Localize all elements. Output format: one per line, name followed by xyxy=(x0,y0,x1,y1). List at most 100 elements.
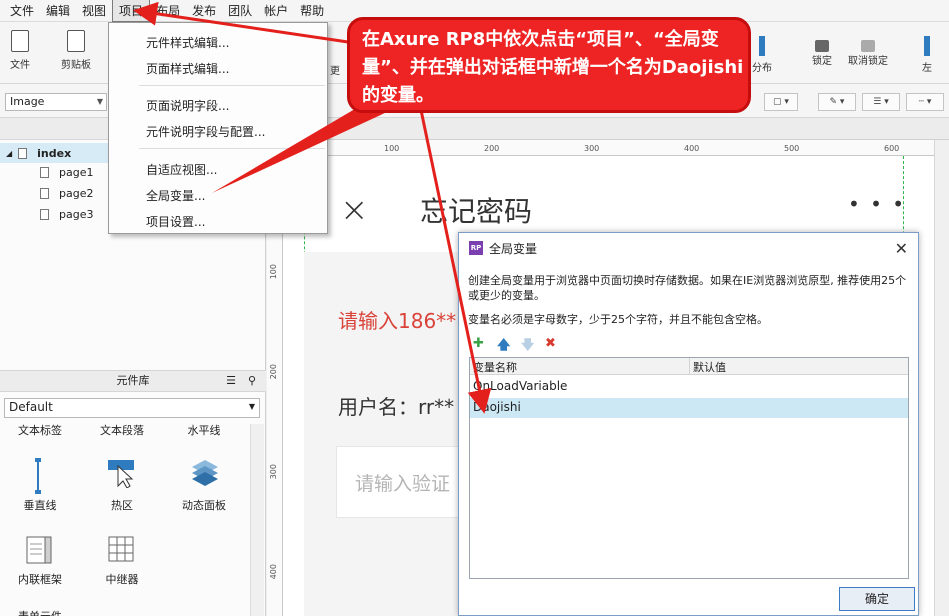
mockup-code-input: 请输入验证 xyxy=(336,446,476,518)
widget-horizontal-line[interactable]: 水平线 xyxy=(164,422,244,438)
lock-icon xyxy=(815,40,829,52)
page-icon xyxy=(40,188,49,199)
widget-dynamic-panel[interactable]: 动态面板 xyxy=(164,497,244,513)
move-down-icon[interactable]: 🡇 xyxy=(521,336,534,358)
unlock-label: 取消锁定 xyxy=(848,56,888,67)
menu-team[interactable]: 团队 xyxy=(222,0,258,21)
align-left-label: 左 xyxy=(922,63,932,74)
lock-button[interactable]: 锁定 xyxy=(812,36,832,67)
project-menu-dropdown: 元件样式编辑... 页面样式编辑... 页面说明字段... 元件说明字段与配置.… xyxy=(108,22,328,234)
ruler-label: 300 xyxy=(269,464,278,480)
menu-item-page-notes[interactable]: 页面说明字段... xyxy=(146,97,229,114)
menu-arrange[interactable]: 布局 xyxy=(150,0,186,21)
clipboard-icon xyxy=(67,30,85,52)
page-name-root: index xyxy=(37,146,72,160)
library-select[interactable]: Default ▼ xyxy=(4,398,260,418)
widget-type-select[interactable]: Image ▼ xyxy=(5,93,107,111)
menu-item-widget-notes[interactable]: 元件说明字段与配置... xyxy=(146,123,265,140)
menu-separator xyxy=(139,148,325,149)
mockup-input-placeholder: 请输入验证 xyxy=(355,473,451,495)
menu-icon[interactable]: ☰ xyxy=(226,371,236,391)
menu-view[interactable]: 视图 xyxy=(76,0,112,21)
page-name: page1 xyxy=(59,166,94,179)
mockup-close-icon: × xyxy=(340,190,369,230)
widget-paragraph[interactable]: 文本段落 xyxy=(82,422,162,438)
widget-repeater[interactable]: 中继器 xyxy=(82,571,162,587)
variable-name: OnLoadVariable xyxy=(473,379,568,393)
ok-button[interactable]: 确定 xyxy=(839,587,915,611)
menu-account[interactable]: 帐户 xyxy=(258,0,294,21)
distribute-label: 分布 xyxy=(752,63,772,74)
unlock-icon xyxy=(861,40,875,52)
menu-item-global-variables[interactable]: 全局变量... xyxy=(146,187,205,204)
menu-edit[interactable]: 编辑 xyxy=(40,0,76,21)
page-tree-item[interactable]: page3 xyxy=(40,208,93,221)
column-header-default: 默认值 xyxy=(693,361,726,374)
menu-item-page-style[interactable]: 页面样式编辑... xyxy=(146,60,229,77)
table-row[interactable]: OnLoadVariable xyxy=(470,377,908,397)
library-scrollbar[interactable] xyxy=(250,424,264,616)
chevron-down-icon: ▼ xyxy=(248,402,255,411)
dialog-description: 创建全局变量用于浏览器中页面切换时存储数据。如果在IE浏览器浏览原型, 推荐使用… xyxy=(468,274,907,302)
clipboard-button-label: 剪贴板 xyxy=(61,60,91,71)
inline-frame-icon xyxy=(26,536,52,564)
menu-item-adaptive-views[interactable]: 自适应视图... xyxy=(146,161,217,178)
canvas-scrollbar[interactable] xyxy=(934,140,949,616)
ruler-label: 600 xyxy=(884,144,900,153)
menu-item-widget-style[interactable]: 元件样式编辑... xyxy=(146,34,229,51)
delete-icon[interactable]: ✖ xyxy=(545,336,556,351)
mockup-red-prompt: 请输入186** xyxy=(338,309,457,333)
menu-publish[interactable]: 发布 xyxy=(186,0,222,21)
page-icon xyxy=(40,209,49,220)
distribute-button[interactable]: 分布 xyxy=(752,36,772,74)
form-widgets-group[interactable]: 表单元件 xyxy=(0,608,80,616)
page-tree-item[interactable]: page2 xyxy=(40,187,93,200)
table-header: 变量名称 默认值 xyxy=(470,358,908,375)
align-left-button[interactable]: 左 xyxy=(922,36,932,74)
variable-name: Daojishi xyxy=(473,400,521,414)
search-icon[interactable]: ⚲ xyxy=(248,371,256,391)
ruler-label: 500 xyxy=(784,144,800,153)
axure-rp-icon: RP xyxy=(469,241,483,255)
page-name: page2 xyxy=(59,187,94,200)
add-icon[interactable]: ✚ xyxy=(473,336,484,351)
fill-color-picker[interactable]: ▢ ▾ xyxy=(764,93,798,111)
menu-item-project-settings[interactable]: 项目设置... xyxy=(146,213,205,230)
table-row-selected[interactable]: Daojishi xyxy=(470,398,908,418)
chevron-down-icon: ▼ xyxy=(96,97,103,106)
menu-project[interactable]: 项目 xyxy=(112,0,151,22)
line-color-picker[interactable]: ✎ ▾ xyxy=(818,93,856,111)
menu-help[interactable]: 帮助 xyxy=(294,0,330,21)
expand-icon: ◢ xyxy=(6,148,13,158)
distribute-icon xyxy=(759,36,765,56)
mockup-title: 忘记密码 xyxy=(420,195,533,228)
ruler-horizontal: 100 200 300 400 500 600 xyxy=(267,140,935,156)
line-style-picker[interactable]: ┄ ▾ xyxy=(906,93,944,111)
widget-vertical-line[interactable]: 垂直线 xyxy=(0,497,80,513)
page-icon xyxy=(18,147,28,159)
mockup-more-icon: • • • xyxy=(848,192,907,216)
ruler-label: 400 xyxy=(269,564,278,580)
widget-text-label[interactable]: 文本标签 xyxy=(0,422,80,438)
ruler-label: 200 xyxy=(269,364,278,380)
file-button[interactable]: 文件 xyxy=(0,30,40,71)
page-tree-item[interactable]: page1 xyxy=(40,166,93,179)
move-up-icon[interactable]: 🡅 xyxy=(497,336,510,358)
unlock-button[interactable]: 取消锁定 xyxy=(848,36,888,67)
global-variables-dialog: RP 全局变量 ✕ 创建全局变量用于浏览器中页面切换时存储数据。如果在IE浏览器… xyxy=(458,232,919,616)
close-icon[interactable]: ✕ xyxy=(895,239,908,258)
widget-inline-frame[interactable]: 内联框架 xyxy=(0,571,80,587)
menu-file[interactable]: 文件 xyxy=(4,0,40,21)
file-button-label: 文件 xyxy=(10,60,30,71)
clipboard-button[interactable]: 剪贴板 xyxy=(52,30,100,71)
line-width-picker[interactable]: ☰ ▾ xyxy=(862,93,900,111)
library-title: 元件库 xyxy=(116,374,150,387)
dialog-titlebar: RP 全局变量 xyxy=(459,233,918,263)
align-left-icon xyxy=(924,36,930,56)
ruler-label: 300 xyxy=(584,144,600,153)
page-icon xyxy=(40,167,49,178)
page-name: page3 xyxy=(59,208,94,221)
ruler-label: 100 xyxy=(384,144,400,153)
canvas-tabs xyxy=(267,118,949,140)
widget-hotspot[interactable]: 热区 xyxy=(82,497,162,513)
